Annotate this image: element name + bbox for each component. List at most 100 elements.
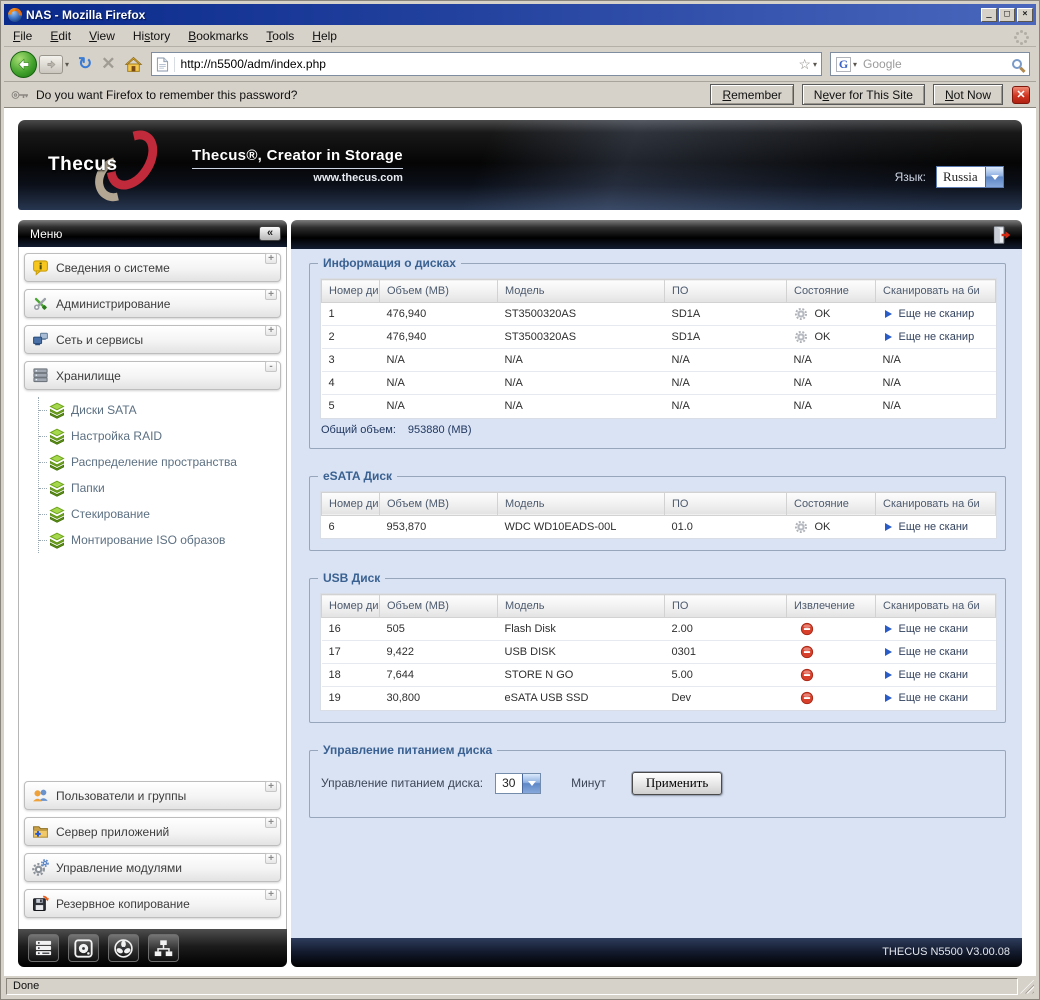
stop-button[interactable]: ✕ [101,54,115,74]
network-status-button[interactable] [148,934,179,962]
play-icon[interactable] [884,694,892,703]
expand-toggle-icon[interactable]: + [265,253,277,264]
menu-item-bookmarks[interactable]: Bookmarks [179,26,257,46]
power-label: Управление питанием диска: [321,776,484,790]
expand-toggle-icon[interactable]: + [265,289,277,300]
expand-toggle-icon[interactable]: + [265,853,277,864]
scan-link[interactable]: Еще не сканир [883,331,996,343]
minimize-button[interactable]: _ [981,7,997,22]
website-text: www.thecus.com [313,171,403,184]
language-select[interactable]: Russia [936,166,1004,188]
menu-item-file[interactable]: File [4,26,41,46]
close-button[interactable]: × [1017,7,1033,22]
eject-icon[interactable] [800,691,814,705]
eject-icon[interactable] [800,668,814,682]
menu-item-help[interactable]: Help [303,26,346,46]
server-status-button[interactable] [28,934,59,962]
remember-button[interactable]: Remember [710,84,794,105]
play-icon[interactable] [884,522,892,531]
table-cell: 953,870 [386,520,427,533]
scan-link[interactable]: Еще не скани [883,646,996,658]
history-dropdown-caret[interactable]: ▾ [65,60,69,69]
expand-toggle-icon[interactable]: + [265,817,277,828]
search-engine-caret[interactable]: ▾ [853,60,857,69]
scan-link[interactable]: Еще не скани [883,623,996,635]
menu-item-view[interactable]: View [80,26,124,46]
menu-item-edit[interactable]: Edit [41,26,80,46]
minutes-select[interactable]: 30 [495,772,542,794]
sidebar-section-администрирование[interactable]: Администрирование + [24,289,281,318]
column-header: Номер ди [321,491,380,516]
column-header: Состояние [786,279,876,303]
search-icon[interactable] [1012,59,1022,69]
menu-item-history[interactable]: History [124,26,179,46]
disk-status-button[interactable] [68,934,99,962]
fan-status-button[interactable] [108,934,139,962]
notification-close-button[interactable]: ✕ [1012,85,1030,104]
scan-link[interactable]: Еще не сканир [883,308,996,320]
eject-icon[interactable] [800,622,814,636]
back-button[interactable] [10,50,37,78]
maximize-button[interactable]: □ [999,7,1015,22]
column-header: ПО [664,594,787,618]
sidebar-section-сеть-и-сервисы[interactable]: Сеть и сервисы + [24,325,281,354]
scan-link[interactable]: Еще не скани [883,669,996,681]
sidebar-section-пользователи-и-группы[interactable]: Пользователи и группы + [24,781,281,810]
sidebar-section-хранилище[interactable]: Хранилище - [24,361,281,390]
url-text[interactable]: http://n5500/adm/index.php [181,57,799,71]
sidebar-section-сервер-приложений[interactable]: Сервер приложений + [24,817,281,846]
search-box[interactable]: G ▾ Google [830,52,1030,76]
home-button[interactable] [124,56,143,73]
layers-icon [49,454,66,471]
sidebar-section-управление-модулями[interactable]: Управление модулями + [24,853,281,882]
scan-link[interactable]: Еще не скани [883,692,996,704]
play-icon[interactable] [884,333,892,341]
play-icon[interactable] [884,310,892,318]
expand-toggle-icon[interactable]: + [265,889,277,900]
document-icon [156,57,168,71]
column-header: Состояние [786,491,876,516]
chevron-down-icon[interactable] [522,773,541,793]
table-row: 17 9,422 USB DISK 0301 Еще не скани [321,640,996,664]
not-now-button[interactable]: Not Now [932,84,1003,105]
sidebar-item-стекирование[interactable]: Стекирование [39,501,281,527]
address-bar[interactable]: http://n5500/adm/index.php ☆ ▾ [150,52,822,76]
chevron-down-icon[interactable] [985,167,1003,187]
logout-icon[interactable] [990,224,1012,246]
reload-button[interactable]: ↻ [78,54,92,74]
sidebar-item-распределение-пространства[interactable]: Распределение пространства [39,449,281,475]
sidebar-section-резервное-копирование[interactable]: Резервное копирование + [24,889,281,918]
scan-cell: Еще не сканир [875,325,996,349]
apply-button[interactable]: Применить [631,771,723,795]
table-row: 19 30,800 eSATA USB SSD Dev Еще не скани [322,687,996,710]
main-footer: THECUS N5500 V3.00.08 [291,938,1022,967]
play-icon[interactable] [884,671,892,679]
play-icon[interactable] [884,648,892,656]
expand-toggle-icon[interactable]: + [265,781,277,792]
expand-toggle-icon[interactable]: + [265,325,277,336]
main-topbar [291,220,1022,249]
sidebar-collapse-button[interactable]: « [259,226,281,241]
sidebar-section-сведения-о-системе[interactable]: Сведения о системе + [24,253,281,282]
scan-link[interactable]: Еще не скани [883,521,996,533]
resize-grip[interactable] [1020,979,1034,994]
sidebar-item-настройка-raid[interactable]: Настройка RAID [39,423,281,449]
expand-toggle-icon[interactable]: - [265,361,277,372]
never-for-this-site-button[interactable]: Ne ver for This Site [801,84,925,105]
eject-icon[interactable] [800,645,814,659]
play-icon[interactable] [884,625,892,633]
title-bar[interactable]: NAS - Mozilla Firefox _ □ × [4,4,1036,25]
sidebar-item-папки[interactable]: Папки [39,475,281,501]
sidebar-section-label: Резервное копирование [56,896,190,911]
forward-button[interactable] [39,54,63,74]
bookmark-star-icon[interactable]: ☆ [798,56,811,73]
menu-item-tools[interactable]: Tools [257,26,303,46]
eject-cell [786,617,876,641]
info-icon [32,259,50,277]
url-dropdown-caret[interactable]: ▾ [813,60,817,69]
sidebar-item-монтирование-iso-образов[interactable]: Монтирование ISO образов [39,527,281,553]
search-input[interactable]: Google [863,57,1012,71]
table-cell: N/A [497,348,665,372]
web-page: Thecus Thecus®, Creator in Storage www.t… [4,108,1036,975]
sidebar-item-диски-sata[interactable]: Диски SATA [39,397,281,423]
